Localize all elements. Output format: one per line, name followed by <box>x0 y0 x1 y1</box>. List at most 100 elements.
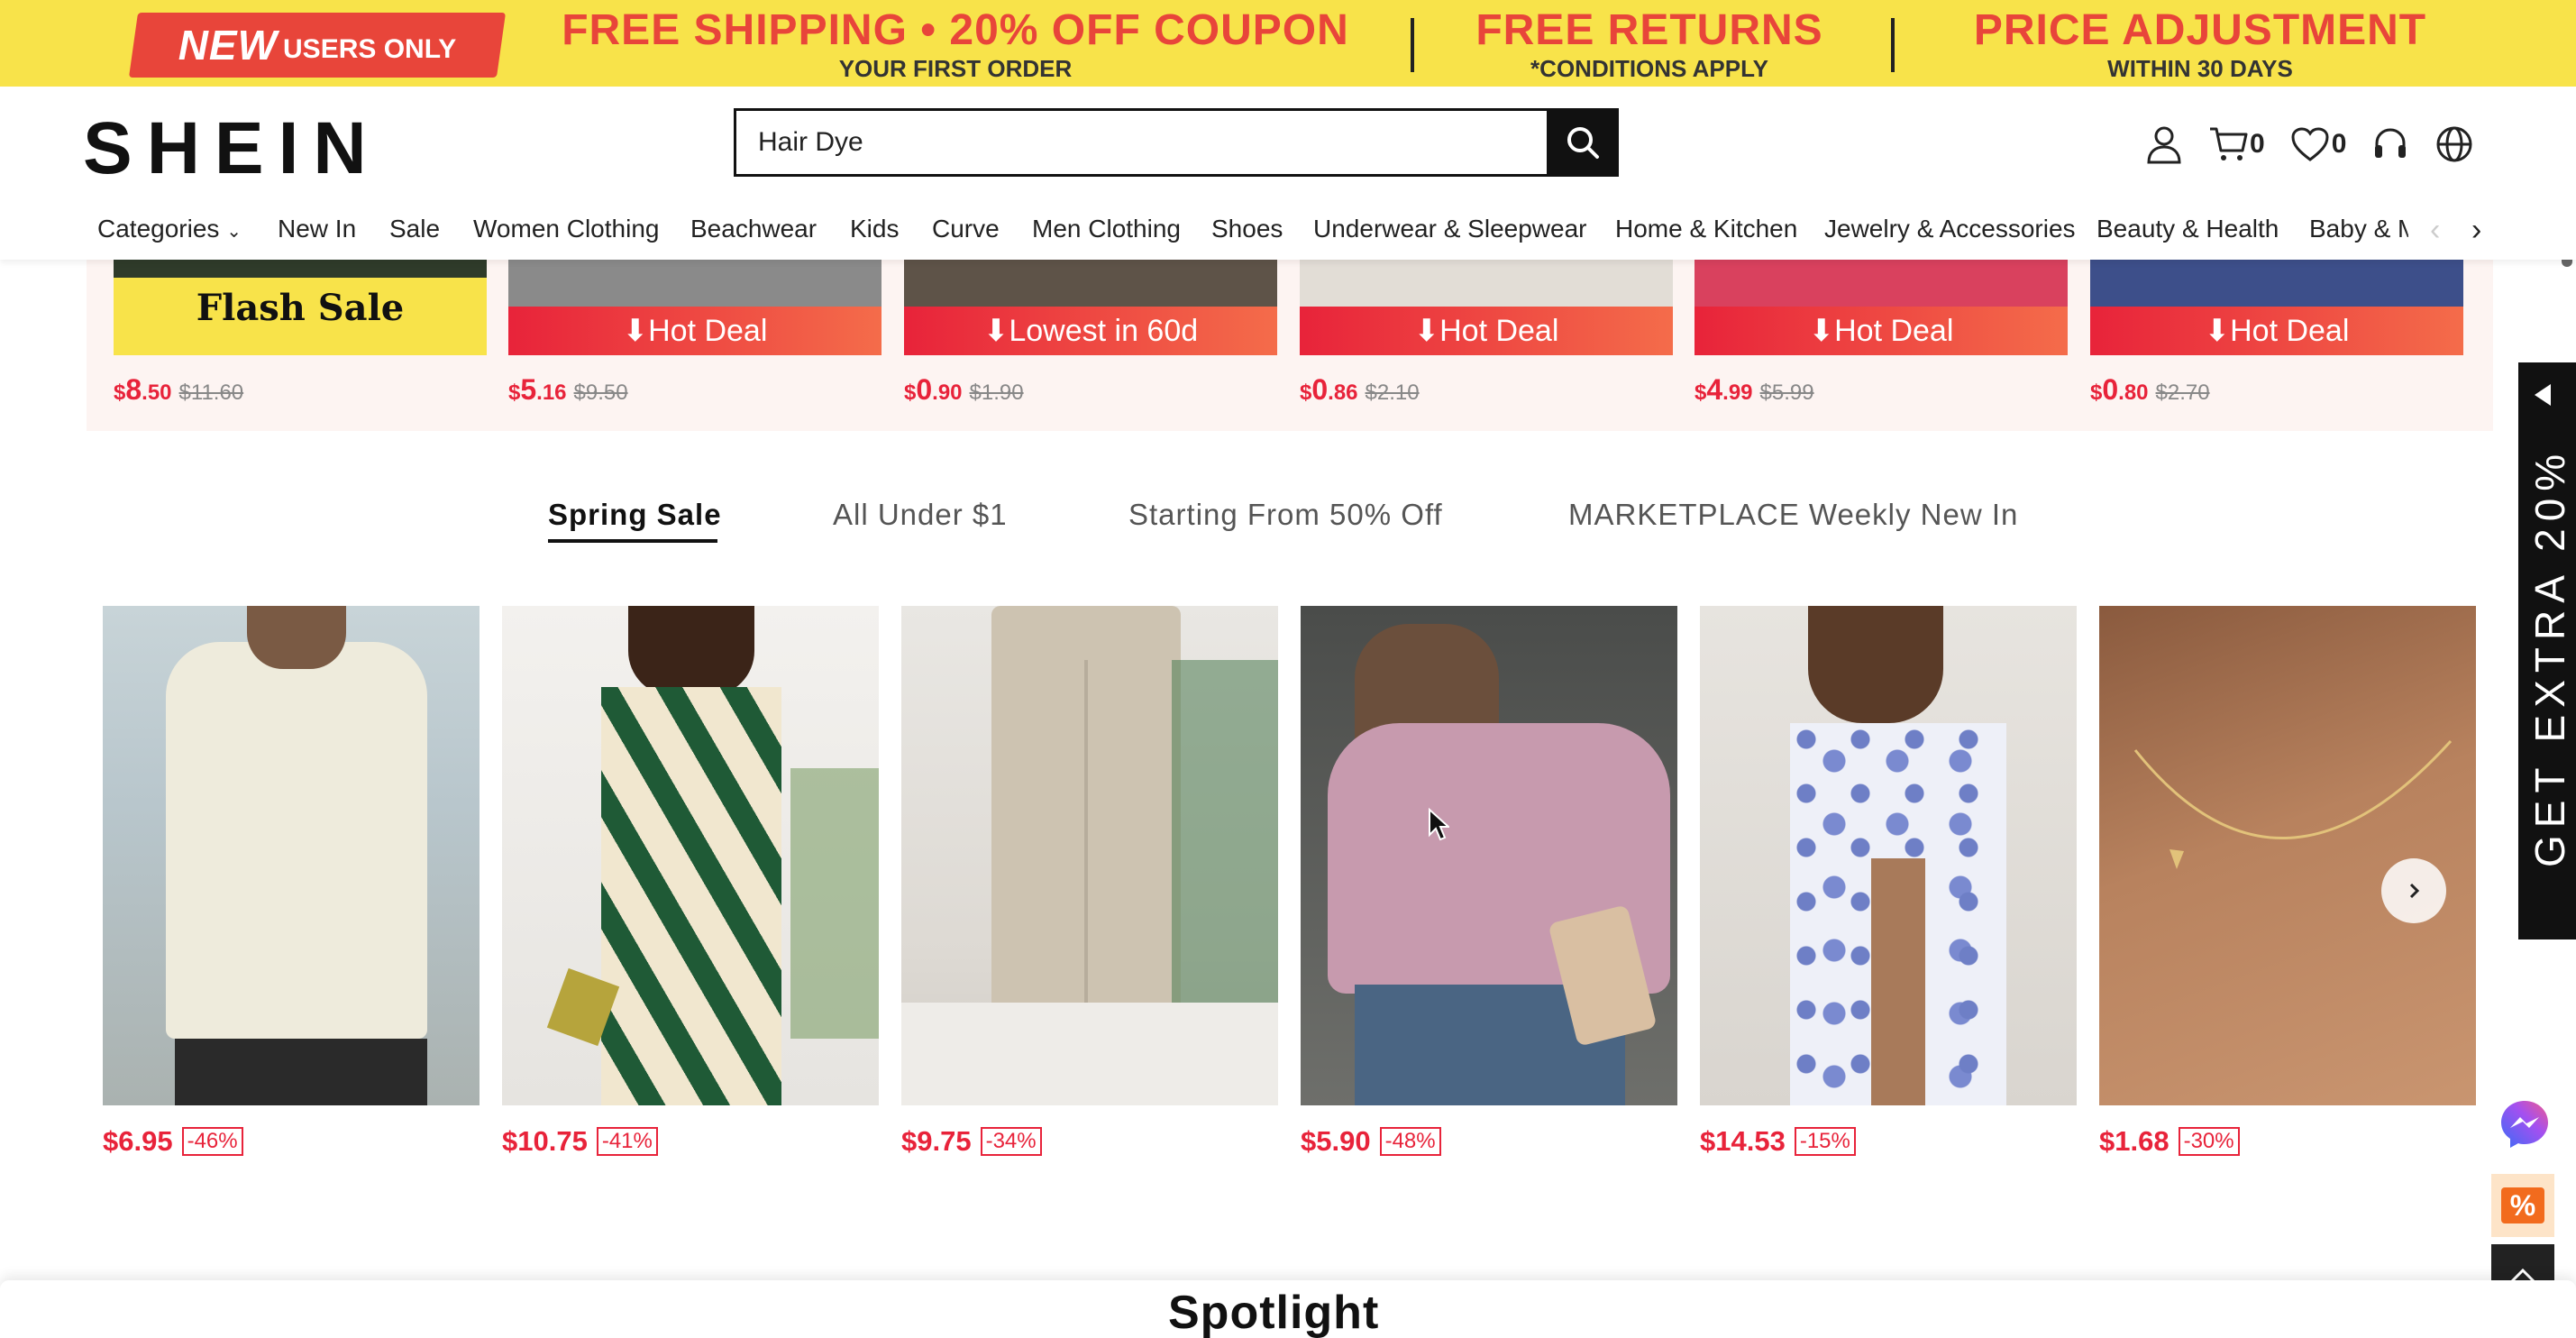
flash-price: $0.86 $2.10 <box>1300 373 1420 406</box>
promo-title: FREE SHIPPING • 20% OFF COUPON <box>562 6 1349 54</box>
nav-kids[interactable]: Kids <box>850 215 899 243</box>
flash-card[interactable]: ⬇ Hot Deal <box>1300 260 1673 355</box>
promo-shipping-coupon: FREE SHIPPING • 20% OFF COUPON YOUR FIRS… <box>539 5 1372 81</box>
promo-banner[interactable]: NEW USERS ONLY FREE SHIPPING • 20% OFF C… <box>0 0 2576 87</box>
product-price-row: $14.53 -15% <box>1700 1125 1856 1158</box>
new-badge-big-text: NEW <box>178 22 279 69</box>
coupon-percent-icon: % <box>2501 1187 2544 1223</box>
nav-shoes[interactable]: Shoes <box>1211 215 1283 243</box>
flash-sale-label: Flash Sale <box>196 287 405 329</box>
nav-curve[interactable]: Curve <box>932 215 1000 243</box>
promo-title: FREE RETURNS <box>1475 6 1823 54</box>
discount-badge: -41% <box>596 1127 658 1156</box>
wishlist-button[interactable]: 0 <box>2290 126 2346 162</box>
user-icon <box>2147 126 2181 164</box>
product-image[interactable] <box>1700 606 2077 1105</box>
tab-active-underline <box>548 539 717 543</box>
section-title: Spotlight <box>1168 1287 1380 1338</box>
tab-marketplace-weekly-new-in[interactable]: MARKETPLACE Weekly New In <box>1568 498 2018 532</box>
product-card[interactable]: $1.68 -30% <box>2099 606 2476 1157</box>
tab-spring-sale[interactable]: Spring Sale <box>548 498 722 532</box>
nav-label: Categories <box>97 215 220 243</box>
cart-button[interactable]: 0 <box>2208 125 2265 163</box>
flash-card[interactable]: ⬇ Hot Deal <box>1694 260 2068 355</box>
page: NEW USERS ONLY FREE SHIPPING • 20% OFF C… <box>0 0 2576 1338</box>
tab-starting-from-50-off[interactable]: Starting From 50% Off <box>1128 498 1443 532</box>
product-price-row: $10.75 -41% <box>502 1125 658 1158</box>
flash-price: $0.90 $1.90 <box>904 373 1024 406</box>
nav-sale[interactable]: Sale <box>389 215 440 243</box>
search-input[interactable] <box>736 111 1616 174</box>
nav-beachwear[interactable]: Beachwear <box>690 215 817 243</box>
product-card[interactable]: $10.75 -41% <box>502 606 879 1157</box>
search-bar <box>734 108 1619 177</box>
nav-new-in[interactable]: New In <box>278 215 356 243</box>
nav-underwear-sleepwear[interactable]: Underwear & Sleepwear <box>1313 215 1587 243</box>
product-image[interactable] <box>901 606 1278 1105</box>
carousel-next-button[interactable] <box>2381 858 2446 923</box>
get-extra-discount-tab[interactable]: GET EXTRA 20% <box>2518 362 2576 939</box>
account-button[interactable] <box>2145 124 2183 164</box>
cart-icon <box>2210 127 2248 160</box>
product-image[interactable] <box>103 606 480 1105</box>
product-image[interactable] <box>2099 606 2476 1105</box>
language-button[interactable] <box>2434 124 2474 164</box>
product-image[interactable] <box>502 606 879 1105</box>
promo-subtitle: WITHIN 30 DAYS <box>2107 55 2293 82</box>
product-price: $9.75 <box>901 1125 972 1157</box>
nav-categories[interactable]: Categories ⌄ <box>97 215 242 243</box>
nav-next-icon[interactable]: › <box>2471 213 2481 248</box>
flash-price: $5.16 $9.50 <box>508 373 628 406</box>
heart-icon <box>2291 127 2329 161</box>
site-header: SHEIN 0 0 <box>0 87 2576 260</box>
nav-men-clothing[interactable]: Men Clothing <box>1032 215 1181 243</box>
mouse-cursor-icon <box>1429 808 1449 841</box>
product-price-row: $6.95 -46% <box>103 1125 243 1158</box>
deal-badge: ⬇ Hot Deal <box>2090 307 2463 355</box>
product-card[interactable]: $9.75 -34% <box>901 606 1278 1157</box>
spotlight-section: Spotlight <box>0 1280 2576 1338</box>
discount-badge: -46% <box>181 1127 243 1156</box>
chevron-right-icon <box>2409 883 2420 899</box>
search-button[interactable] <box>1547 108 1619 177</box>
shein-logo[interactable]: SHEIN <box>83 106 381 191</box>
search-icon <box>1567 127 1599 159</box>
nav-beauty-health[interactable]: Beauty & Health <box>2096 215 2279 243</box>
nav-home-kitchen[interactable]: Home & Kitchen <box>1615 215 1797 243</box>
flash-card[interactable]: ⬇ Lowest in 60d <box>904 260 1277 355</box>
coupon-button[interactable]: % <box>2491 1174 2554 1237</box>
messenger-button[interactable] <box>2495 1095 2554 1154</box>
flash-price: $4.99 $5.99 <box>1694 373 1814 406</box>
flash-price: $8.50 $11.60 <box>114 373 244 406</box>
nav-baby[interactable]: Baby & M <box>2309 215 2408 243</box>
discount-badge: -15% <box>1794 1127 1856 1156</box>
header-icons: 0 0 <box>2145 119 2499 170</box>
product-image[interactable] <box>1301 606 1677 1105</box>
flash-card[interactable]: Flash Sale <box>114 260 487 355</box>
flash-sale-strip: Flash Sale $8.50 $11.60 ⬇ Hot Deal $5.16 $9… <box>87 260 2493 431</box>
flash-card[interactable]: ⬇ Hot Deal <box>508 260 882 355</box>
promo-title: PRICE ADJUSTMENT <box>1973 6 2427 54</box>
promo-price-adjustment: PRICE ADJUSTMENT WITHIN 30 DAYS <box>1934 5 2466 81</box>
promo-free-returns: FREE RETURNS *CONDITIONS APPLY <box>1444 5 1855 81</box>
nav-women-clothing[interactable]: Women Clothing <box>473 215 659 243</box>
category-nav: Categories ⌄ New In Sale Women Clothing … <box>0 206 2576 260</box>
flash-card[interactable]: ⬇ Hot Deal <box>2090 260 2463 355</box>
discount-badge: -30% <box>2178 1127 2240 1156</box>
product-price: $14.53 <box>1700 1125 1786 1157</box>
new-badge-small-text: USERS ONLY <box>283 34 457 64</box>
discount-badge: -34% <box>980 1127 1042 1156</box>
promo-subtitle: YOUR FIRST ORDER <box>838 55 1073 82</box>
product-price: $1.68 <box>2099 1125 2170 1157</box>
cart-count: 0 <box>2250 129 2265 159</box>
deal-badge: ⬇ Hot Deal <box>1694 307 2068 355</box>
product-card[interactable]: $6.95 -46% <box>103 606 480 1157</box>
product-price-row: $1.68 -30% <box>2099 1125 2240 1158</box>
nav-prev-icon[interactable]: ‹ <box>2430 213 2440 248</box>
tab-all-under-1[interactable]: All Under $1 <box>833 498 1008 532</box>
nav-jewelry-accessories[interactable]: Jewelry & Accessories <box>1824 215 2076 243</box>
product-card[interactable]: $14.53 -15% <box>1700 606 2077 1157</box>
product-price: $5.90 <box>1301 1125 1371 1157</box>
product-card[interactable]: $5.90 -48% <box>1301 606 1677 1157</box>
support-button[interactable] <box>2371 125 2409 163</box>
